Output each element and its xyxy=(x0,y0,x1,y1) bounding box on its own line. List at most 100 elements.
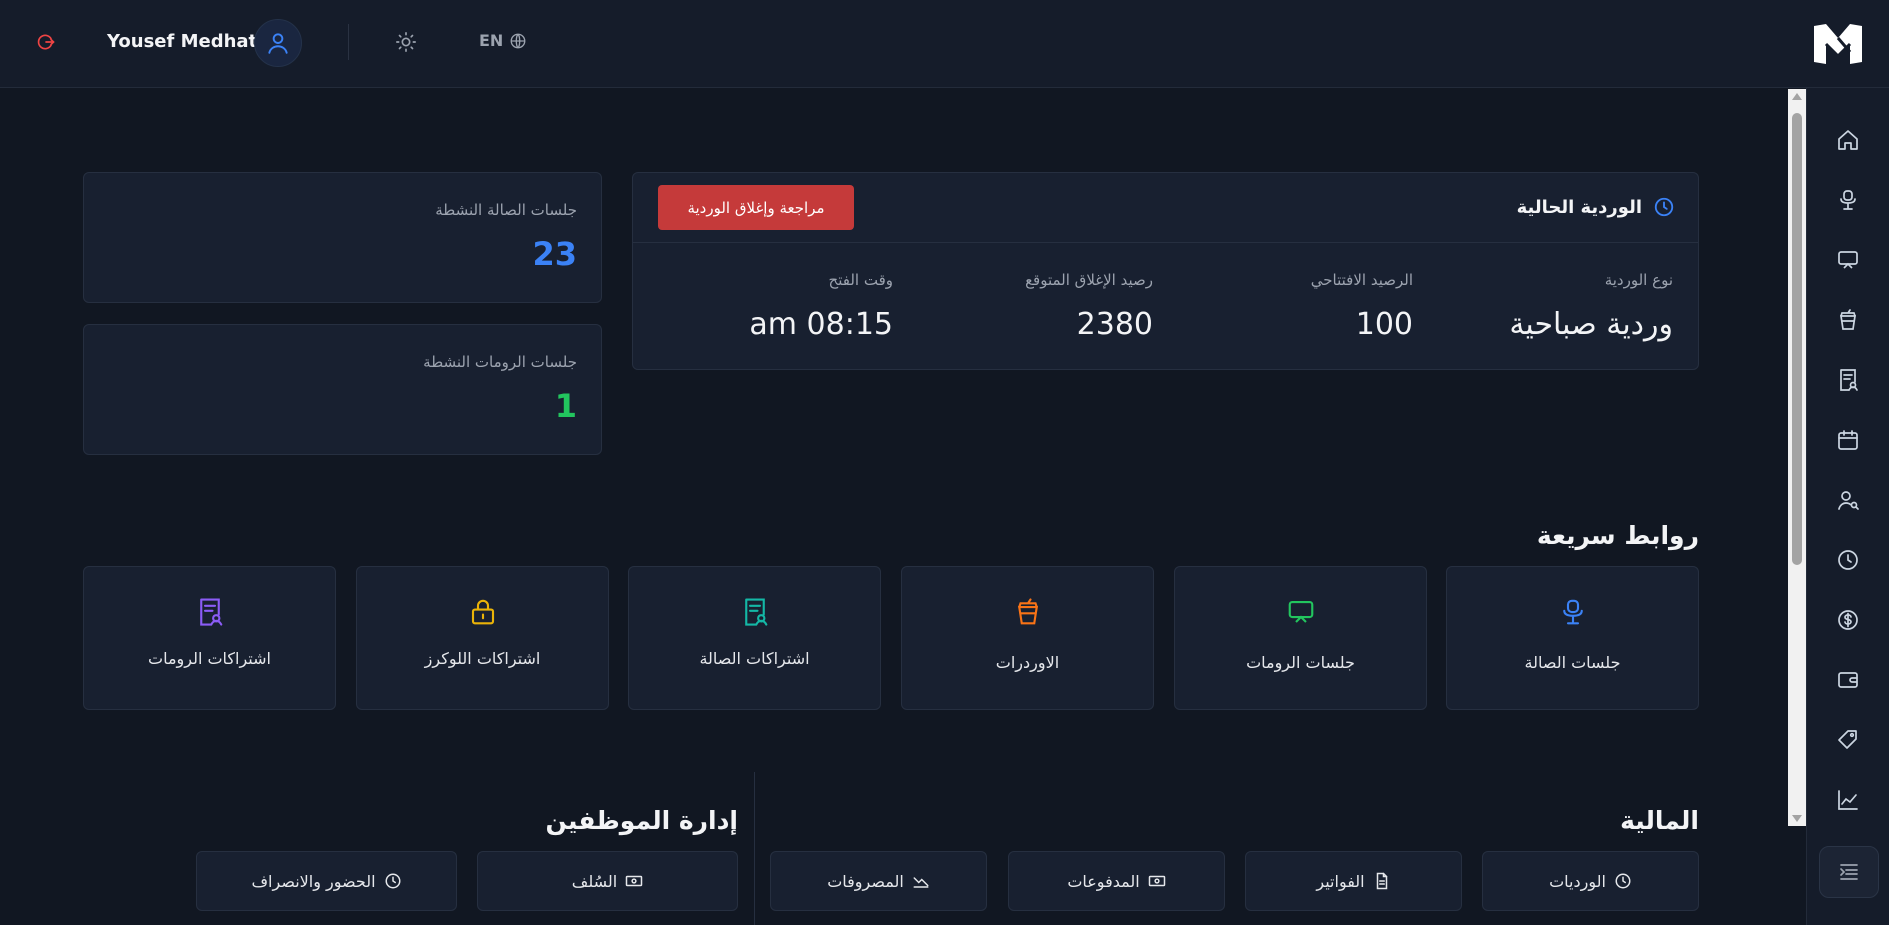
finance-invoices-button[interactable]: الفواتير xyxy=(1245,851,1462,911)
quick-links-title: روابط سريعة xyxy=(1536,521,1699,550)
button-label: الورديات xyxy=(1549,871,1606,891)
quick-link-label: اشتراكات الرومات xyxy=(148,649,271,668)
staff-advances-button[interactable]: السُلف xyxy=(477,851,738,911)
clock-icon xyxy=(385,873,401,889)
button-label: الفواتير xyxy=(1316,871,1365,891)
finance-title: المالية xyxy=(1620,806,1699,835)
trend-down-icon xyxy=(913,877,929,888)
stat-label: جلسات الصالة النشطة xyxy=(435,201,577,219)
quick-link-label: اشتراكات اللوكرز xyxy=(424,649,541,668)
sidebar-item-users[interactable] xyxy=(1836,488,1860,512)
sidebar-item-shifts[interactable] xyxy=(1836,548,1860,572)
menu-collapse-icon xyxy=(1840,864,1858,880)
dollar-icon xyxy=(1838,610,1858,630)
language-label: EN xyxy=(479,31,504,50)
sidebar-item-tags[interactable] xyxy=(1836,728,1860,752)
sun-icon[interactable] xyxy=(395,31,417,53)
document-icon xyxy=(1376,872,1387,890)
language-switcher[interactable]: EN xyxy=(479,31,527,50)
finance-shifts-button[interactable]: الورديات xyxy=(1482,851,1699,911)
receipt-icon xyxy=(195,597,225,627)
app-logo[interactable] xyxy=(1812,22,1864,66)
chair-icon xyxy=(1558,597,1588,627)
logout-icon[interactable] xyxy=(36,32,56,52)
cup-icon xyxy=(1840,309,1856,330)
top-bar: Yousef Medhat EN xyxy=(0,0,1889,88)
sidebar-item-subscriptions[interactable] xyxy=(1836,368,1860,392)
stat-value: 23 xyxy=(532,235,577,273)
quick-link-room-sessions[interactable]: جلسات الرومات xyxy=(1174,566,1427,710)
finance-expenses-button[interactable]: المصروفات xyxy=(770,851,987,911)
quick-link-room-subscriptions[interactable]: اشتراكات الرومات xyxy=(83,566,336,710)
quick-link-hall-subscriptions[interactable]: اشتراكات الصالة xyxy=(628,566,881,710)
staff-attendance-button[interactable]: الحضور والانصراف xyxy=(196,851,457,911)
scroll-up-arrow[interactable] xyxy=(1792,93,1802,100)
quick-link-hall-sessions[interactable]: جلسات الصالة xyxy=(1446,566,1699,710)
shift-type-value: وردية صباحية xyxy=(1509,307,1673,342)
opening-balance: الرصيد الافتتاحي 100 xyxy=(1173,271,1413,342)
home-icon xyxy=(1838,130,1858,150)
user-avatar-icon xyxy=(268,33,288,54)
finance-payments-button[interactable]: المدفوعات xyxy=(1008,851,1225,911)
monitor-icon xyxy=(1838,251,1858,269)
opening-balance-value: 100 xyxy=(1355,307,1413,342)
sidebar-item-home[interactable] xyxy=(1836,128,1860,152)
stat-label: جلسات الرومات النشطة xyxy=(423,353,577,371)
receipt-icon xyxy=(1840,369,1858,391)
opening-time-label: وقت الفتح xyxy=(828,271,893,289)
shift-type-label: نوع الوردية xyxy=(1604,271,1673,289)
wallet-icon xyxy=(1838,672,1858,688)
user-avatar[interactable] xyxy=(254,19,302,67)
cash-icon xyxy=(1148,875,1165,887)
users-icon xyxy=(1838,491,1859,510)
button-label: الحضور والانصراف xyxy=(251,871,376,891)
calendar-icon xyxy=(1838,430,1858,450)
sidebar-item-calendar[interactable] xyxy=(1836,428,1860,452)
sidebar-item-wallet[interactable] xyxy=(1836,668,1860,692)
button-label: المصروفات xyxy=(827,871,904,891)
clock-icon xyxy=(1653,196,1675,218)
staff-management-title: إدارة الموظفين xyxy=(545,806,738,835)
clock-icon xyxy=(1838,550,1858,570)
opening-time-value: 08:15 am xyxy=(749,307,893,342)
stat-card-hall-sessions: جلسات الصالة النشطة 23 xyxy=(83,172,602,303)
chair-icon xyxy=(1840,190,1856,210)
globe-icon xyxy=(510,33,526,48)
sidebar-toggle-button[interactable] xyxy=(1819,846,1879,898)
button-label: المدفوعات xyxy=(1067,871,1140,891)
shift-type: نوع الوردية وردية صباحية xyxy=(1433,271,1673,342)
sidebar-item-finance[interactable] xyxy=(1836,608,1860,632)
expected-closing-value: 2380 xyxy=(1076,307,1153,342)
quick-link-label: اشتراكات الصالة xyxy=(699,649,810,668)
sidebar xyxy=(1806,88,1889,925)
stat-card-room-sessions: جلسات الرومات النشطة 1 xyxy=(83,324,602,455)
shift-title: الوردية الحالية xyxy=(1516,197,1642,218)
clock-icon xyxy=(1615,873,1631,889)
sidebar-item-hall-sessions[interactable] xyxy=(1836,188,1860,212)
receipt-icon xyxy=(740,597,770,627)
chart-icon xyxy=(1838,790,1858,810)
expected-closing-label: رصيد الإغلاق المتوقع xyxy=(1025,271,1153,289)
sidebar-item-orders[interactable] xyxy=(1836,308,1860,332)
lock-icon xyxy=(468,597,498,627)
cash-icon xyxy=(625,875,643,887)
scroll-thumb[interactable] xyxy=(1792,113,1802,565)
monitor-icon xyxy=(1286,597,1316,627)
quick-link-label: الاوردرات xyxy=(995,653,1060,672)
shift-card-header: الوردية الحالية مراجعة وإغلاق الوردية xyxy=(633,173,1698,243)
scroll-down-arrow[interactable] xyxy=(1792,815,1802,822)
scrollbar[interactable] xyxy=(1788,89,1806,826)
quick-link-orders[interactable]: الاوردرات xyxy=(901,566,1154,710)
sidebar-item-room-sessions[interactable] xyxy=(1836,248,1860,272)
opening-balance-label: الرصيد الافتتاحي xyxy=(1310,271,1413,289)
sidebar-item-reports[interactable] xyxy=(1836,788,1860,812)
button-label: السُلف xyxy=(571,871,618,891)
section-divider xyxy=(754,772,755,925)
expected-closing-balance: رصيد الإغلاق المتوقع 2380 xyxy=(913,271,1153,342)
opening-time: وقت الفتح 08:15 am xyxy=(653,271,893,342)
quick-link-locker-subscriptions[interactable]: اشتراكات اللوكرز xyxy=(356,566,609,710)
cup-icon xyxy=(1013,597,1043,627)
user-name: Yousef Medhat xyxy=(107,31,258,52)
quick-link-label: جلسات الصالة xyxy=(1524,653,1621,672)
review-close-shift-button[interactable]: مراجعة وإغلاق الوردية xyxy=(658,185,854,230)
